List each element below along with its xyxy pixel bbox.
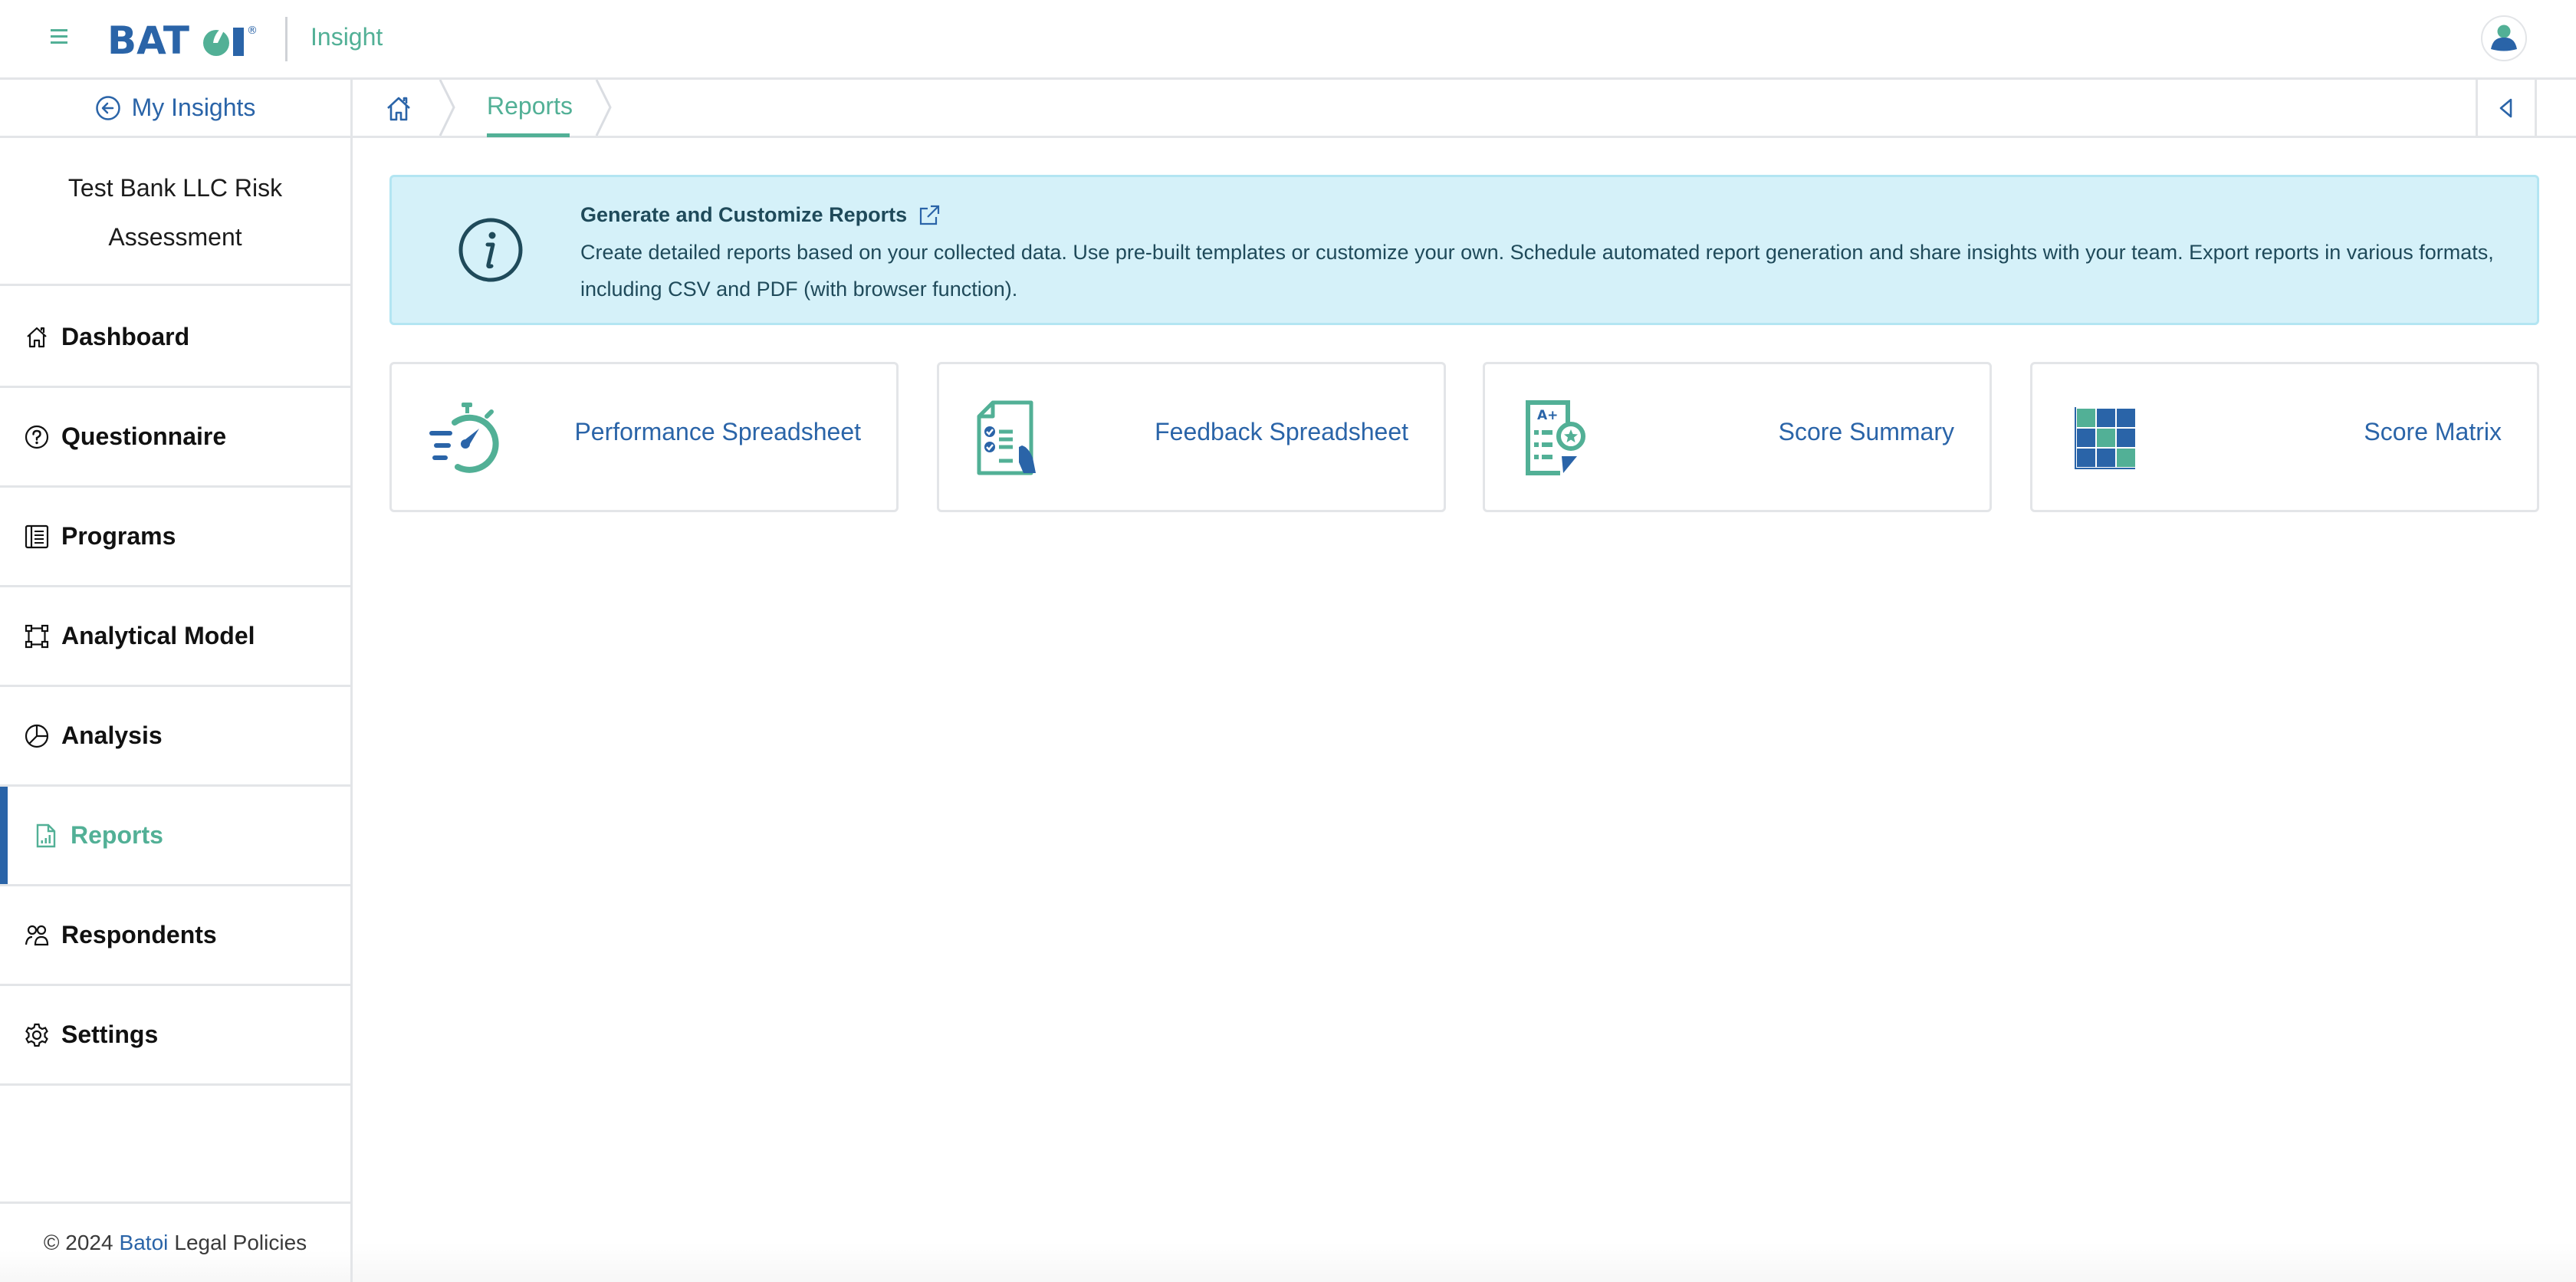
external-link-icon[interactable] [918,204,941,227]
my-insights-label: My Insights [131,94,256,121]
info-circle-icon [458,218,523,282]
breadcrumb-separator [595,80,612,136]
hamburger-menu-button[interactable] [51,29,67,49]
report-cards: Performance Spreadsheet Feedback Spreads… [389,362,2539,512]
card-label: Performance Spreadsheet [574,418,861,445]
sidebar-item-label: Analytical Model [61,622,255,649]
matrix-grid-icon [2075,407,2135,469]
user-avatar-button[interactable] [2481,15,2527,61]
card-label: Score Summary [1778,418,1954,445]
sidebar-item-label: Respondents [61,921,217,948]
sidebar-item-respondents[interactable]: Respondents [0,886,350,986]
breadcrumb-reports[interactable]: Reports [487,92,573,120]
batoi-logo[interactable]: BAT ® [107,17,261,60]
card-score-summary[interactable]: A+ Score Summary [1483,362,1992,512]
svg-text:BAT: BAT [107,18,189,60]
card-label: Score Matrix [2364,418,2502,445]
breadcrumb-home-button[interactable] [383,94,414,124]
users-icon [23,922,51,949]
hamburger-icon [51,29,67,31]
breadcrumb: Reports [353,80,2576,138]
breadcrumb-active-indicator [487,133,570,137]
report-file-icon [32,822,60,850]
copyright-text: © 2024 [43,1231,113,1254]
project-title: Test Bank LLC Risk Assessment [0,140,350,286]
card-performance-spreadsheet[interactable]: Performance Spreadsheet [389,362,899,512]
home-icon [387,97,410,121]
sidebar-item-dashboard[interactable]: Dashboard [0,288,350,388]
gear-icon [23,1021,51,1049]
info-banner: Generate and Customize Reports Create de… [389,175,2539,325]
sidebar-item-questionnaire[interactable]: Questionnaire [0,388,350,488]
sidebar-item-label: Programs [61,522,176,550]
sidebar-item-label: Questionnaire [61,422,227,450]
model-frame-icon [23,623,51,650]
sidebar: My Insights Test Bank LLC Risk Assessmen… [0,80,353,1282]
checklist-document-icon [977,400,1036,475]
card-feedback-spreadsheet[interactable]: Feedback Spreadsheet [937,362,1446,512]
collapse-panel-button[interactable] [2476,80,2537,136]
svg-text:®: ® [247,25,258,37]
app-name: Insight [310,23,383,51]
grade-document-icon: A+ [1526,400,1585,475]
banner-title: Generate and Customize Reports [580,203,908,226]
pie-chart-icon [23,722,51,750]
logo-divider [285,17,288,61]
sidebar-item-settings[interactable]: Settings [0,986,350,1086]
batoi-link[interactable]: Batoi [120,1231,169,1255]
sidebar-item-programs[interactable]: Programs [0,488,350,587]
svg-text:A+: A+ [1537,408,1558,423]
stopwatch-icon [429,403,499,473]
home-icon [23,324,51,351]
sidebar-nav: Dashboard Questionnaire Programs Analyti… [0,288,350,1086]
content-bottom-fade [353,1242,2576,1282]
sidebar-item-label: Settings [61,1021,159,1048]
question-circle-icon [23,423,51,451]
top-header: BAT ® Insight [0,0,2576,80]
my-insights-link[interactable]: My Insights [0,80,350,138]
card-score-matrix[interactable]: Score Matrix [2030,362,2539,512]
sidebar-item-label: Reports [71,821,163,849]
banner-description: Create detailed reports based on your co… [580,241,2494,301]
sidebar-item-label: Dashboard [61,323,190,350]
triangle-left-icon [2499,98,2512,117]
card-label: Feedback Spreadsheet [1155,418,1408,445]
batoi-logo-icon: BAT ® [107,18,258,60]
user-avatar-icon [2491,25,2517,51]
sidebar-item-reports[interactable]: Reports [0,787,350,886]
arrow-left-circle-icon [95,95,120,120]
list-book-icon [23,523,51,551]
legal-policies-link[interactable]: Legal Policies [174,1231,307,1255]
sidebar-footer: © 2024 Batoi Legal Policies [0,1201,350,1282]
sidebar-item-analytical-model[interactable]: Analytical Model [0,587,350,687]
sidebar-item-label: Analysis [61,722,163,749]
sidebar-item-analysis[interactable]: Analysis [0,687,350,787]
breadcrumb-separator [439,80,455,136]
